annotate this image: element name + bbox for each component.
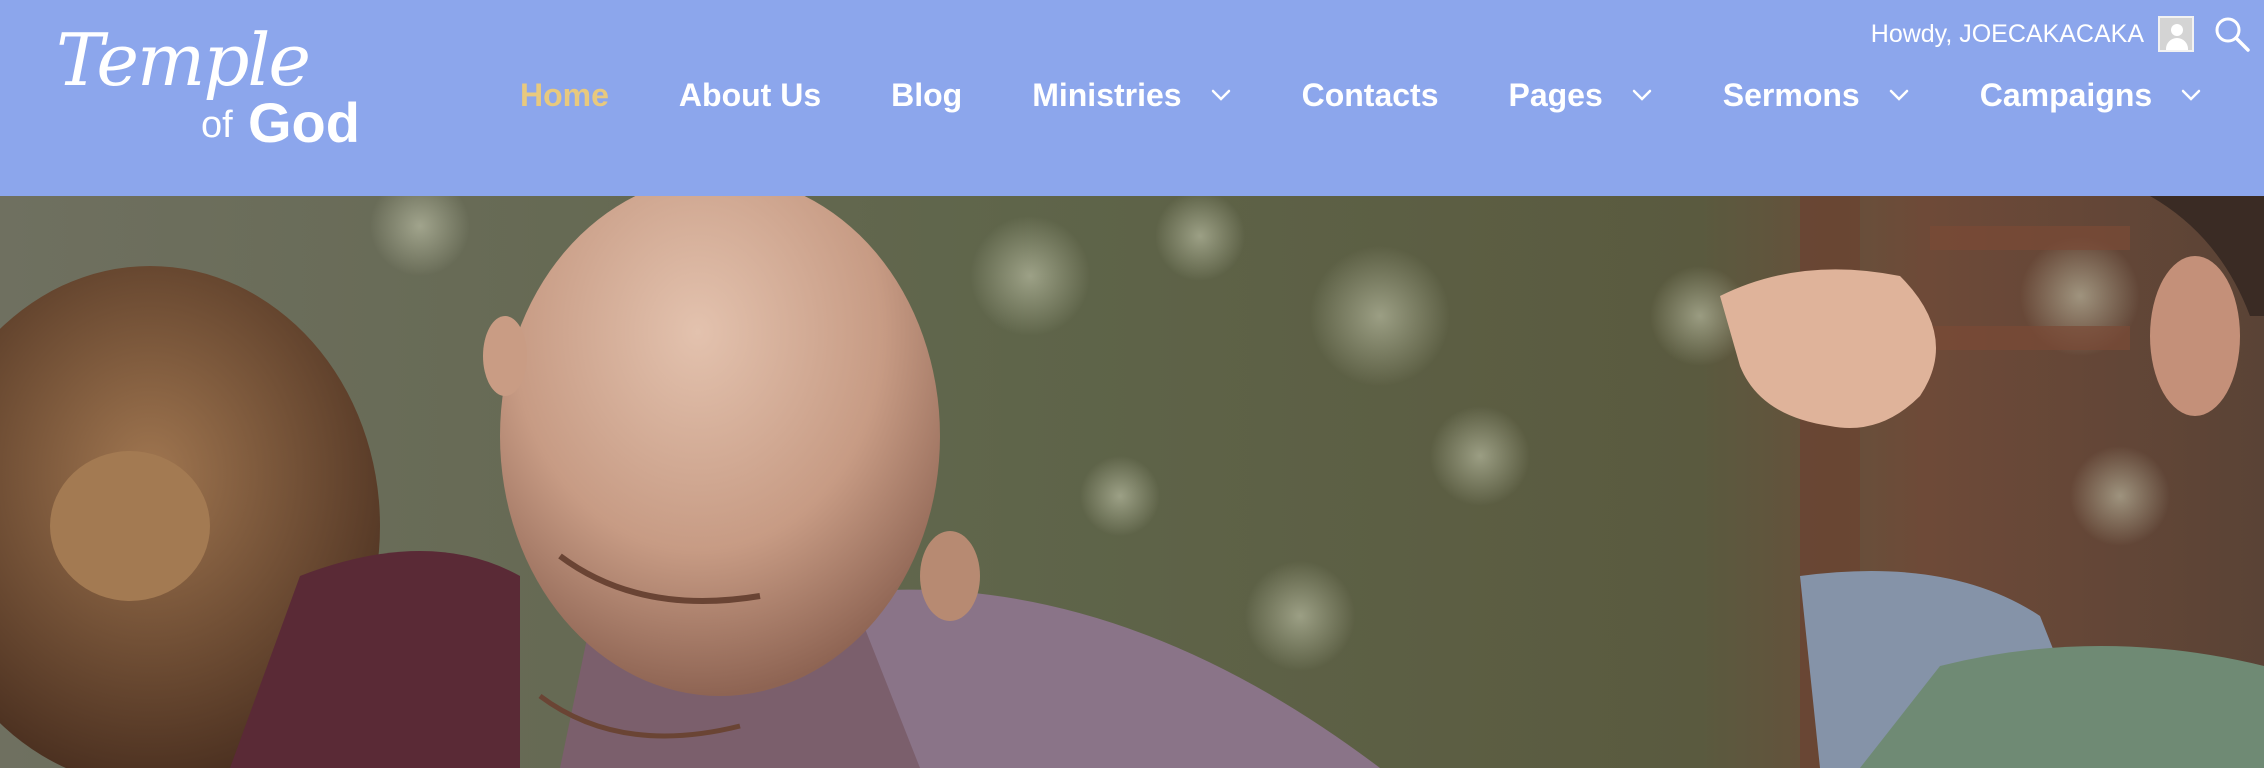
chevron-down-icon[interactable] bbox=[2180, 88, 2202, 102]
nav-item-label: About Us bbox=[678, 76, 822, 113]
nav-item-label: Home bbox=[520, 76, 609, 113]
chevron-down-icon[interactable] bbox=[1631, 88, 1653, 102]
nav-item-home[interactable]: Home bbox=[520, 77, 609, 114]
logo-word-god: God bbox=[248, 91, 360, 154]
logo-word-of: of bbox=[201, 104, 233, 146]
nav-item-contacts[interactable]: Contacts bbox=[1302, 77, 1439, 114]
nav-item-label: Campaigns bbox=[1979, 76, 2153, 113]
search-icon[interactable] bbox=[2212, 14, 2252, 54]
nav-item-campaigns[interactable]: Campaigns bbox=[1980, 77, 2202, 114]
chevron-down-icon[interactable] bbox=[1888, 88, 1910, 102]
nav-item-label: Contacts bbox=[1301, 76, 1439, 113]
admin-user-menu[interactable]: Howdy, JOECAKACAKA bbox=[1871, 16, 2194, 52]
nav-item-pages[interactable]: Pages bbox=[1508, 77, 1652, 114]
howdy-greeting: Howdy, JOECAKACAKA bbox=[1870, 19, 2144, 48]
main-navigation: Home About Us Blog Ministries Contacts Pages S… bbox=[520, 70, 2202, 120]
hero-photo bbox=[0, 196, 2264, 768]
nav-item-blog[interactable]: Blog bbox=[891, 77, 962, 114]
nav-item-label: Sermons bbox=[1722, 76, 1860, 113]
nav-item-label: Ministries bbox=[1032, 76, 1182, 113]
nav-item-sermons[interactable]: Sermons bbox=[1723, 77, 1910, 114]
nav-item-label: Blog bbox=[891, 76, 963, 113]
nav-item-about-us[interactable]: About Us bbox=[679, 77, 821, 114]
hero-image bbox=[0, 196, 2264, 768]
logo-word-temple: Temple bbox=[56, 18, 311, 102]
site-header: Temple of God Howdy, JOECAKACAKA Home Abo… bbox=[0, 0, 2264, 196]
user-avatar-icon[interactable] bbox=[2158, 16, 2194, 52]
nav-item-label: Pages bbox=[1508, 76, 1603, 113]
site-logo[interactable]: Temple of God bbox=[56, 18, 360, 154]
nav-item-ministries[interactable]: Ministries bbox=[1032, 77, 1231, 114]
chevron-down-icon[interactable] bbox=[1210, 88, 1232, 102]
